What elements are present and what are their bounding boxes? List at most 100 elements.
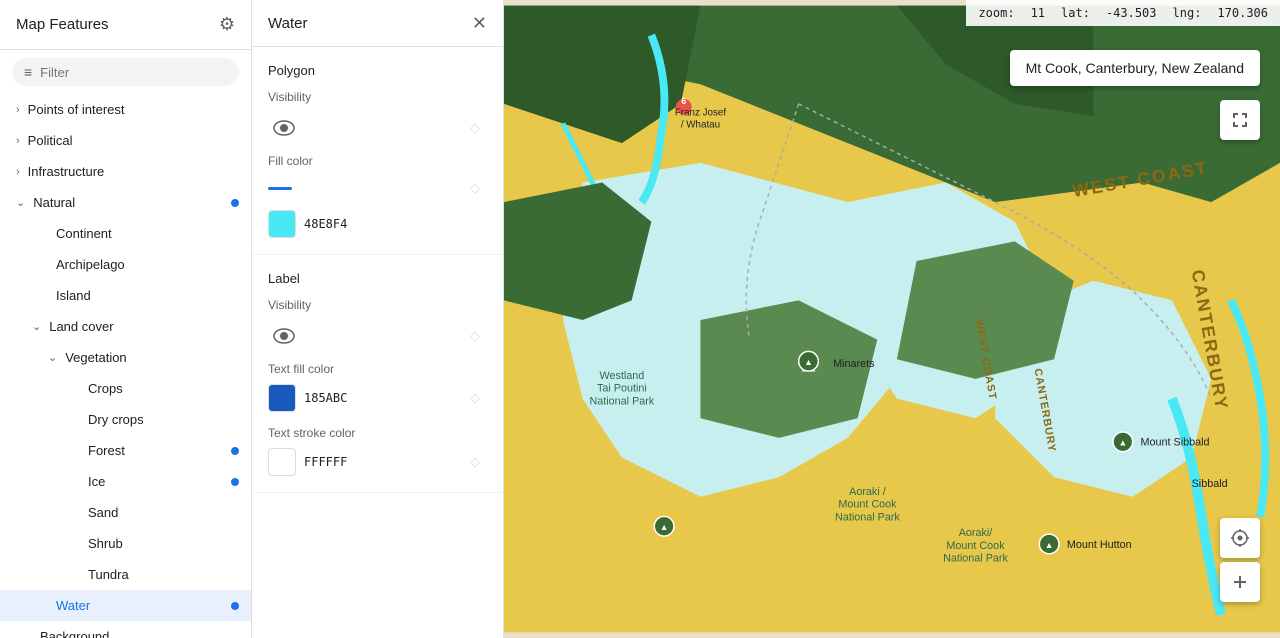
sidebar-item-natural[interactable]: ⌄ Natural (0, 187, 251, 218)
sidebar-item-shrub[interactable]: Shrub (0, 528, 251, 559)
text-fill-color-diamond[interactable]: ◇ (463, 386, 487, 410)
map-area[interactable]: WEST COAST CANTERBURY WEST COAST CANTERB… (504, 0, 1280, 638)
svg-text:Aoraki /: Aoraki / (849, 486, 886, 498)
polygon-section-title: Polygon (268, 63, 487, 78)
fill-color-swatch[interactable] (268, 210, 296, 238)
modified-dot (231, 602, 239, 610)
sidebar-item-dry-crops[interactable]: Dry crops (0, 404, 251, 435)
sidebar-item-label: Vegetation (65, 350, 126, 365)
sidebar-item-label: Continent (56, 226, 112, 241)
svg-text:▲: ▲ (660, 522, 669, 532)
zoom-in-button[interactable] (1220, 562, 1260, 602)
lng-value: 170.306 (1217, 6, 1268, 20)
sidebar-item-label: Infrastructure (28, 164, 105, 179)
label-visibility-diamond[interactable]: ◇ (463, 324, 487, 348)
map-canvas: WEST COAST CANTERBURY WEST COAST CANTERB… (504, 0, 1280, 638)
text-fill-color-label: Text fill color (268, 362, 487, 376)
text-stroke-color-value: FFFFFF (304, 455, 347, 469)
chevron-icon: ⌄ (32, 320, 41, 333)
sidebar-item-label: Political (28, 133, 73, 148)
zoom-value: 11 (1031, 6, 1045, 20)
sidebar-item-label: Crops (88, 381, 123, 396)
chevron-icon: ⌄ (16, 196, 25, 209)
fill-color-line (268, 187, 292, 190)
svg-text:Mount Sibbald: Mount Sibbald (1141, 437, 1210, 449)
lng-label: lng: (1173, 6, 1202, 20)
sidebar-item-points-of-interest[interactable]: › Points of interest (0, 94, 251, 125)
svg-text:National Park: National Park (589, 395, 654, 407)
chevron-icon: › (16, 166, 20, 178)
svg-text:National Park: National Park (835, 511, 900, 523)
sidebar-item-sand[interactable]: Sand (0, 497, 251, 528)
text-stroke-color-swatch[interactable] (268, 448, 296, 476)
modified-dot (231, 447, 239, 455)
svg-text:/ Whatau: / Whatau (681, 119, 720, 130)
sidebar-item-land-cover[interactable]: ⌄ Land cover (0, 311, 251, 342)
polygon-section: Polygon Visibility ◇ Fill color ◇ 48E8F4 (252, 47, 503, 255)
sidebar-item-label: Ice (88, 474, 105, 489)
sidebar-item-forest[interactable]: Forest (0, 435, 251, 466)
panel-title: Water (268, 15, 307, 32)
sidebar-item-label: Tundra (88, 567, 129, 582)
sidebar-item-tundra[interactable]: Tundra (0, 559, 251, 590)
svg-text:Mount Hutton: Mount Hutton (1067, 539, 1132, 551)
svg-text:National Park: National Park (943, 553, 1008, 565)
search-input[interactable] (40, 65, 227, 80)
sidebar-item-water[interactable]: Water (0, 590, 251, 621)
panel-header: Water ✕ (252, 0, 503, 47)
text-stroke-color-label: Text stroke color (268, 426, 487, 440)
label-visibility-toggle[interactable] (268, 320, 300, 352)
sidebar: Map Features ⚙ ≡ ›Points of interest›Pol… (0, 0, 252, 638)
svg-text:Franz Josef: Franz Josef (675, 108, 727, 119)
label-section: Label Visibility ◇ Text fill color 185AB… (252, 255, 503, 493)
sidebar-item-label: Natural (33, 195, 75, 210)
fill-color-diamond[interactable]: ◇ (463, 176, 487, 200)
modified-dot (231, 199, 239, 207)
svg-text:Westland: Westland (599, 370, 644, 382)
svg-text:Tai Poutini: Tai Poutini (597, 383, 647, 395)
fullscreen-button[interactable] (1220, 100, 1260, 140)
chevron-icon: › (16, 104, 20, 116)
search-filter[interactable]: ≡ (12, 58, 239, 86)
svg-text:Mount Cook: Mount Cook (838, 499, 897, 511)
fill-color-value: 48E8F4 (304, 217, 347, 231)
fill-color-row: ◇ (268, 176, 487, 200)
sidebar-item-crops[interactable]: Crops (0, 373, 251, 404)
location-button[interactable] (1220, 518, 1260, 558)
label-visibility-label: Visibility (268, 298, 487, 312)
svg-text:6: 6 (681, 96, 686, 106)
sidebar-item-label: Sand (88, 505, 118, 520)
sidebar-item-political[interactable]: ›Political (0, 125, 251, 156)
nav-list: › Points of interest ›Political › Infrastruc… (0, 94, 251, 638)
sidebar-header: Map Features ⚙ (0, 0, 251, 50)
sidebar-item-infrastructure[interactable]: › Infrastructure (0, 156, 251, 187)
text-stroke-color-diamond[interactable]: ◇ (463, 450, 487, 474)
sidebar-item-label: Water (56, 598, 90, 613)
svg-text:▲: ▲ (1118, 438, 1127, 448)
sidebar-item-continent[interactable]: Continent (0, 218, 251, 249)
text-fill-color-swatch[interactable] (268, 384, 296, 412)
sidebar-item-label: Forest (88, 443, 125, 458)
sidebar-item-archipelago[interactable]: Archipelago (0, 249, 251, 280)
sidebar-item-island[interactable]: Island (0, 280, 251, 311)
sidebar-item-label: Land cover (49, 319, 113, 334)
sidebar-item-label: Dry crops (88, 412, 144, 427)
svg-text:▲: ▲ (804, 357, 813, 367)
gear-icon[interactable]: ⚙ (219, 14, 235, 35)
map-info-bar: zoom: 11 lat: -43.503 lng: 170.306 (966, 0, 1280, 26)
chevron-icon: ⌄ (48, 351, 57, 364)
label-visibility-row: ◇ (268, 320, 487, 352)
svg-text:Minarets: Minarets (833, 358, 875, 370)
sidebar-item-vegetation[interactable]: ⌄ Vegetation (0, 342, 251, 373)
sidebar-item-label: Points of interest (28, 102, 125, 117)
svg-text:Mount Cook: Mount Cook (946, 540, 1005, 552)
sidebar-item-background[interactable]: Background (0, 621, 251, 638)
lat-label: lat: (1061, 6, 1090, 20)
visibility-toggle[interactable] (268, 112, 300, 144)
sidebar-item-label: Background (40, 629, 109, 638)
visibility-diamond[interactable]: ◇ (463, 116, 487, 140)
close-button[interactable]: ✕ (472, 14, 487, 32)
svg-text:Sibbald: Sibbald (1192, 478, 1228, 490)
sidebar-item-ice[interactable]: Ice (0, 466, 251, 497)
text-fill-color-row: 185ABC ◇ (268, 384, 487, 412)
